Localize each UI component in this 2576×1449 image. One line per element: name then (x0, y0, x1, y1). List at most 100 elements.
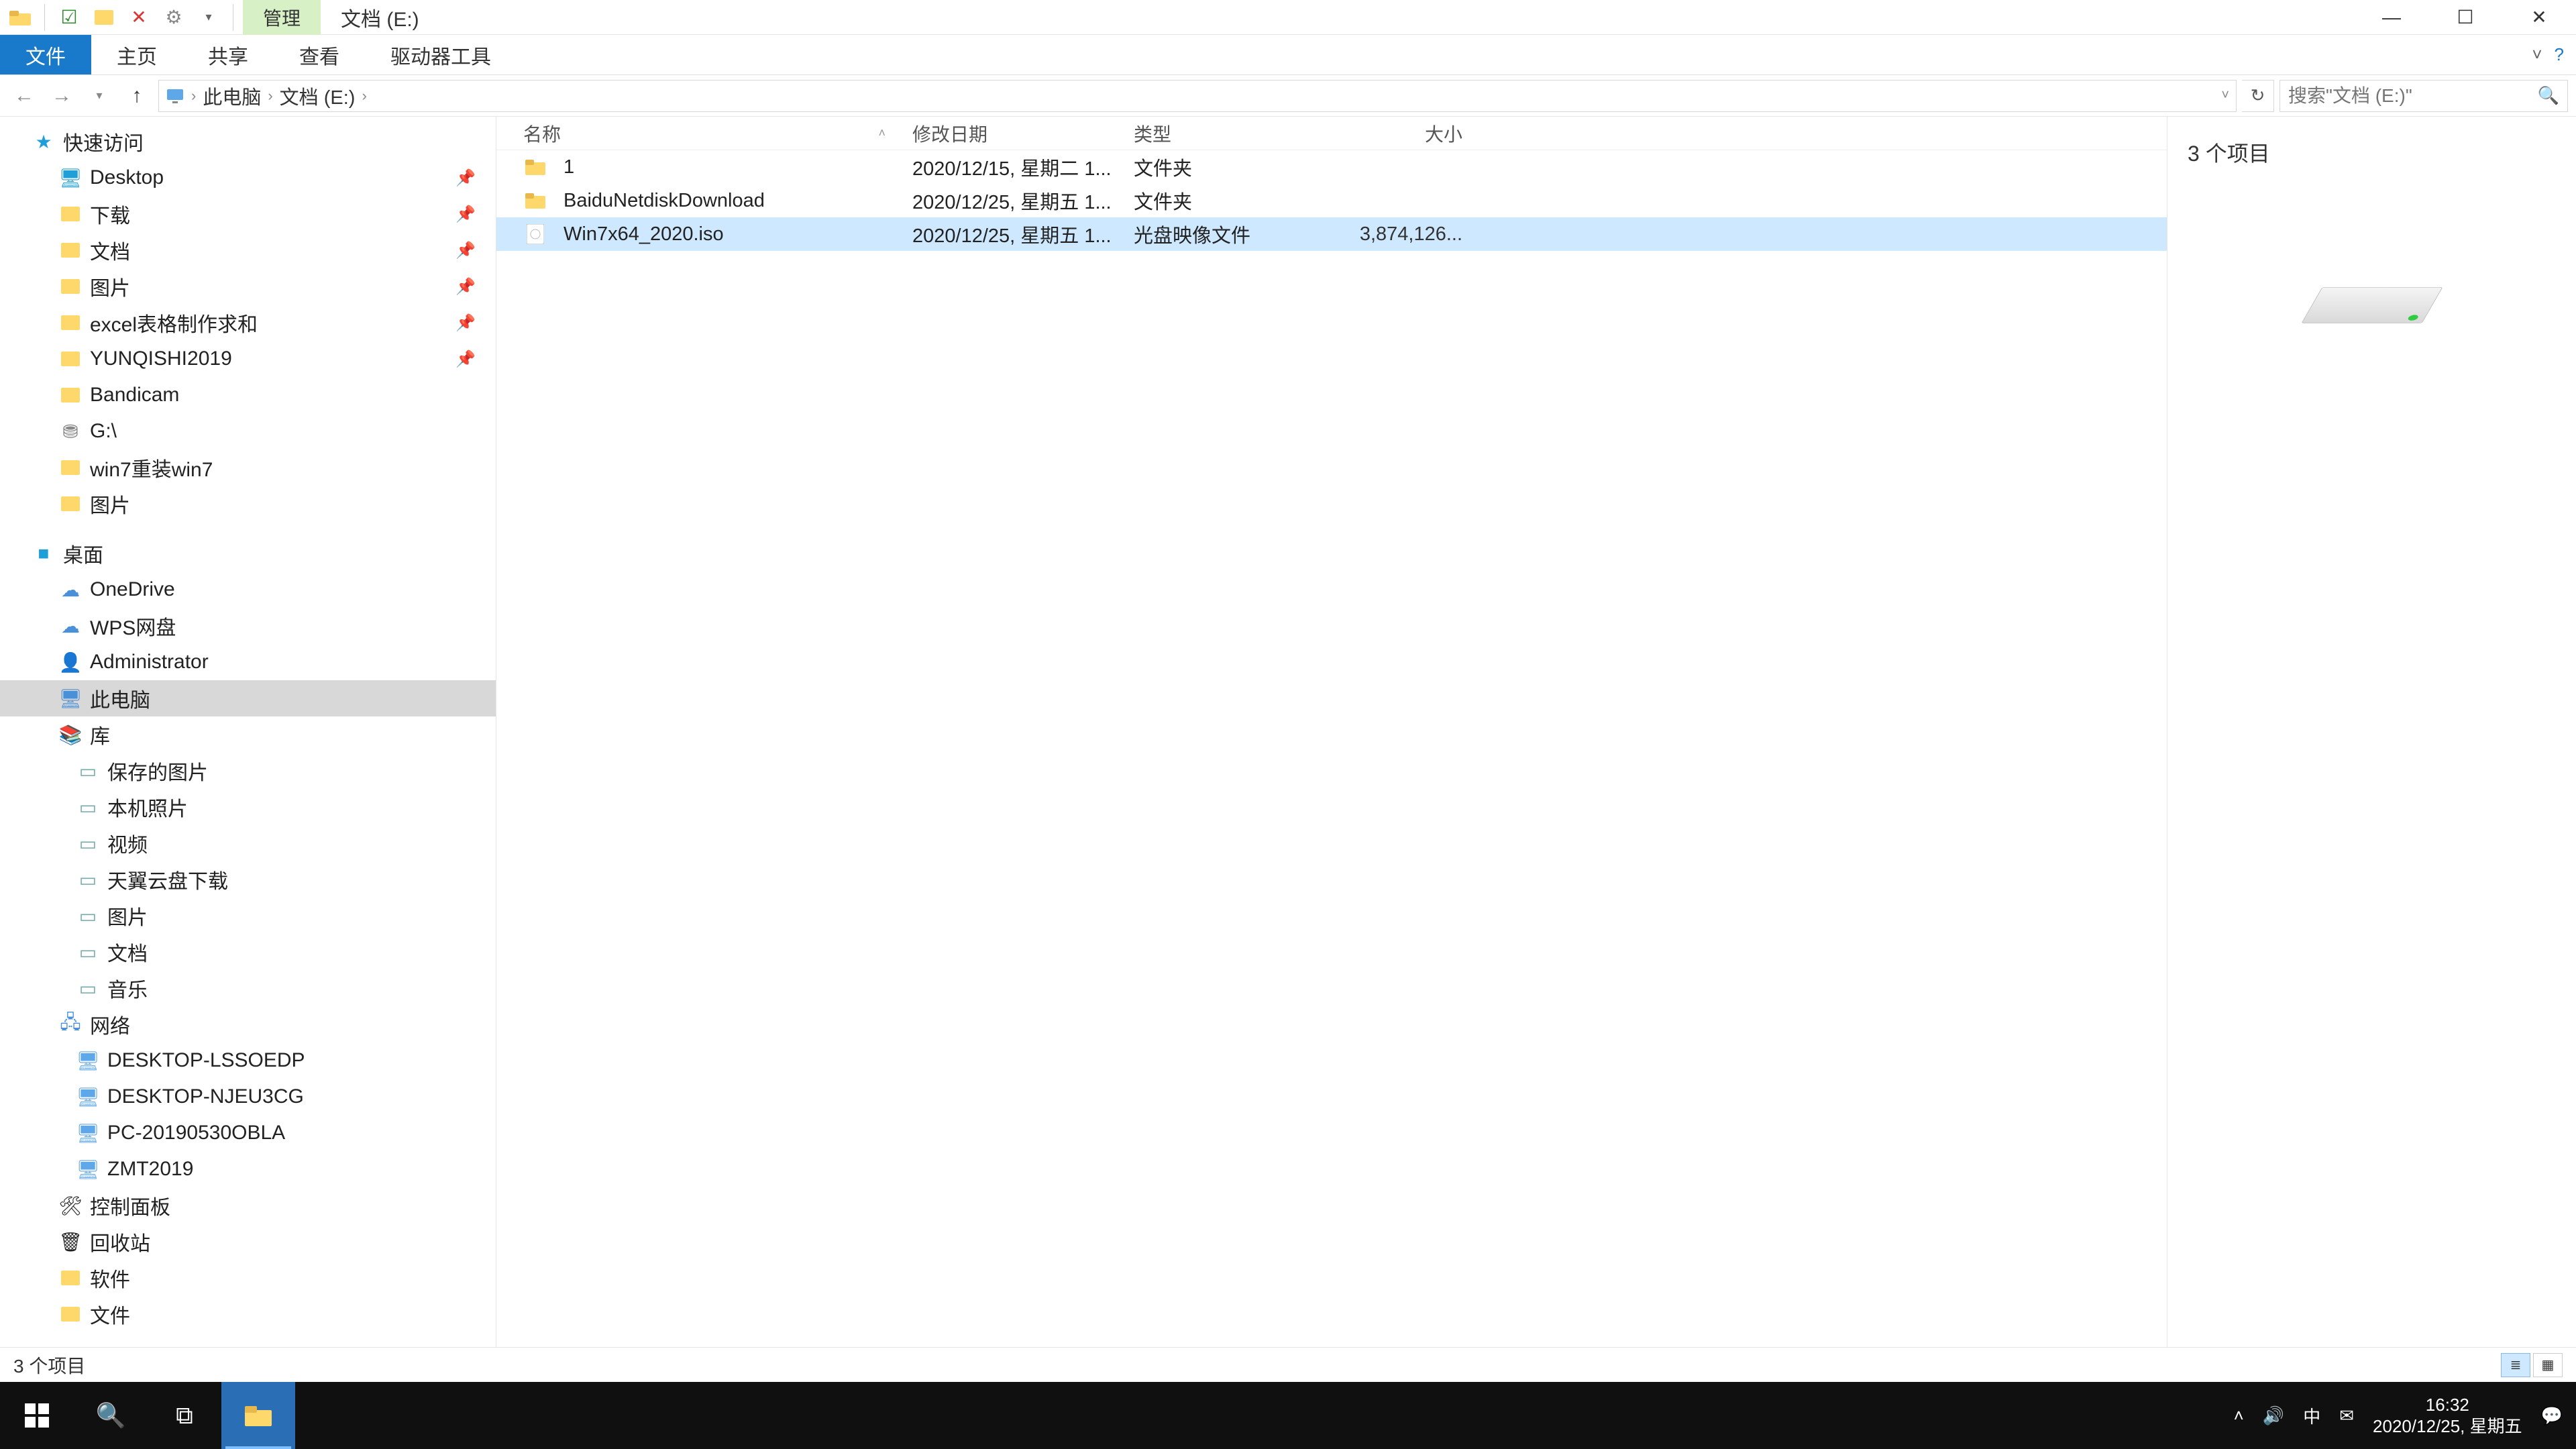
tree-label: 文档 (90, 235, 130, 265)
tree-library-item[interactable]: ▭视频 (0, 825, 496, 861)
tree-library-item[interactable]: ▭音乐 (0, 970, 496, 1006)
tree-quick-item[interactable]: win7重装win7 (0, 449, 496, 486)
tree-network-item[interactable]: 🖥ZMT2019 (0, 1151, 496, 1187)
column-header-size[interactable]: 大小 (1315, 120, 1483, 147)
minimize-button[interactable]: — (2355, 0, 2428, 35)
ime-indicator[interactable]: 中 (2303, 1403, 2320, 1428)
ribbon-expand-icon[interactable]: ˅ (2532, 44, 2542, 65)
action-center-icon[interactable]: 💬 (2541, 1405, 2563, 1426)
chevron-right-icon[interactable]: › (268, 87, 272, 105)
tree-desktop[interactable]: ■ 桌面 (0, 535, 496, 572)
clock-date: 2020/12/25, 星期五 (2373, 1415, 2522, 1438)
ribbon-tab-drive-tools[interactable]: 驱动器工具 (365, 35, 517, 74)
qat-close-icon[interactable]: ✕ (125, 4, 152, 31)
tree-software[interactable]: 软件 (0, 1260, 496, 1296)
tree-quick-item[interactable]: YUNQISHI2019📌 (0, 341, 496, 377)
tree-desktop-item[interactable]: 📚库 (0, 716, 496, 753)
tree-network-item[interactable]: 🖥DESKTOP-NJEU3CG (0, 1079, 496, 1115)
nav-recent-dropdown[interactable]: ▾ (83, 80, 115, 112)
breadcrumb-dropdown-icon[interactable]: ˅ (2221, 88, 2229, 103)
search-icon[interactable]: 🔍 (2538, 85, 2559, 106)
tree-network-item[interactable]: 🖥DESKTOP-LSSOEDP (0, 1042, 496, 1079)
tree-library-item[interactable]: ▭图片 (0, 898, 496, 934)
tree-docs[interactable]: 文件 (0, 1296, 496, 1332)
nav-back-button[interactable]: ← (8, 80, 40, 112)
tree-desktop-item[interactable]: 🖥此电脑 (0, 680, 496, 716)
search-box[interactable]: 🔍 (2279, 80, 2568, 112)
chevron-right-icon[interactable]: › (191, 87, 196, 105)
qat-settings-icon[interactable]: ⚙ (160, 4, 187, 31)
taskbar-clock[interactable]: 16:32 2020/12/25, 星期五 (2373, 1394, 2522, 1438)
search-input[interactable] (2288, 85, 2531, 107)
nav-up-button[interactable]: ↑ (121, 80, 153, 112)
control-panel-icon: 🛠 (59, 1194, 82, 1217)
breadcrumb-segment-drive[interactable]: 文档 (E:) (280, 82, 356, 110)
tree-quick-item[interactable]: Bandicam (0, 377, 496, 413)
file-date: 2020/12/15, 星期二 1... (912, 153, 1134, 181)
tree-control-panel[interactable]: 🛠 控制面板 (0, 1187, 496, 1224)
ribbon-tab-file[interactable]: 文件 (0, 35, 91, 74)
refresh-button[interactable]: ↻ (2242, 80, 2274, 112)
tree-quick-item[interactable]: 🖥Desktop📌 (0, 160, 496, 196)
help-icon[interactable]: ? (2555, 44, 2564, 65)
tree-quick-item[interactable]: 文档📌 (0, 232, 496, 268)
tree-library-item[interactable]: ▭文档 (0, 934, 496, 970)
view-details-button[interactable]: ≣ (2501, 1353, 2530, 1377)
ribbon-tab-home[interactable]: 主页 (91, 35, 182, 74)
nav-forward-button[interactable]: → (46, 80, 78, 112)
sort-indicator-icon: ˄ (878, 126, 885, 140)
chevron-right-icon[interactable]: › (362, 87, 366, 105)
ribbon-tab-view[interactable]: 查看 (274, 35, 365, 74)
file-row[interactable]: Win7x64_2020.iso2020/12/25, 星期五 1...光盘映像… (496, 217, 2167, 251)
folder-icon (59, 203, 82, 225)
start-button[interactable] (0, 1382, 74, 1449)
column-header-name[interactable]: 名称 ˄ (523, 120, 912, 147)
breadcrumb[interactable]: › 此电脑 › 文档 (E:) › ˅ (158, 80, 2237, 112)
file-name: Win7x64_2020.iso (564, 223, 724, 246)
taskbar-explorer-button[interactable] (221, 1382, 295, 1449)
view-icons-button[interactable]: ▦ (2533, 1353, 2563, 1377)
tree-desktop-item[interactable]: ☁OneDrive (0, 572, 496, 608)
tree-library-item[interactable]: ▭保存的图片 (0, 753, 496, 789)
tree-quick-item[interactable]: 下载📌 (0, 196, 496, 232)
tree-quick-item[interactable]: excel表格制作求和📌 (0, 305, 496, 341)
ribbon-tab-share[interactable]: 共享 (182, 35, 274, 74)
breadcrumb-segment-root[interactable]: 此电脑 (203, 82, 261, 110)
tree-desktop-item[interactable]: ☁WPS网盘 (0, 608, 496, 644)
tree-label: G:\ (90, 420, 117, 443)
column-header-type[interactable]: 类型 (1134, 120, 1315, 147)
qat-dropdown-icon[interactable]: ▾ (195, 4, 222, 31)
maximize-button[interactable]: ☐ (2428, 0, 2502, 35)
qat-checkbox-icon[interactable]: ☑ (56, 4, 83, 31)
tree-quick-access[interactable]: ★ 快速访问 (0, 123, 496, 160)
star-icon: ★ (32, 130, 55, 153)
tree-network[interactable]: 🖧 网络 (0, 1006, 496, 1042)
tree-label: 回收站 (90, 1227, 150, 1256)
task-view-button[interactable]: ⧉ (148, 1382, 221, 1449)
pin-icon: 📌 (455, 313, 476, 333)
volume-icon[interactable]: 🔊 (2263, 1405, 2284, 1426)
tree-library-item[interactable]: ▭本机照片 (0, 789, 496, 825)
tree-desktop-item[interactable]: 👤Administrator (0, 644, 496, 680)
tray-app-icon[interactable]: ✉ (2339, 1405, 2354, 1426)
item-icon: ☁ (59, 614, 82, 637)
file-row[interactable]: 12020/12/15, 星期二 1...文件夹 (496, 150, 2167, 184)
tray-overflow-icon[interactable]: ˄ (2234, 1405, 2244, 1426)
taskbar-search-button[interactable]: 🔍 (74, 1382, 148, 1449)
system-tray: ˄ 🔊 中 ✉ 16:32 2020/12/25, 星期五 💬 (2234, 1394, 2576, 1438)
tree-label: Administrator (90, 651, 209, 674)
file-row[interactable]: BaiduNetdiskDownload2020/12/25, 星期五 1...… (496, 184, 2167, 217)
tree-label: 文档 (107, 937, 148, 967)
tree-quick-item[interactable]: ⛃G:\ (0, 413, 496, 449)
file-type: 文件夹 (1134, 186, 1315, 215)
qat-folder-icon[interactable] (91, 4, 117, 31)
tree-quick-item[interactable]: 图片📌 (0, 268, 496, 305)
context-tab-manage[interactable]: 管理 (243, 0, 321, 35)
column-header-date[interactable]: 修改日期 (912, 120, 1134, 147)
address-bar: ← → ▾ ↑ › 此电脑 › 文档 (E:) › ˅ ↻ 🔍 (0, 75, 2576, 117)
tree-recycle-bin[interactable]: 🗑 回收站 (0, 1224, 496, 1260)
tree-quick-item[interactable]: 图片 (0, 486, 496, 522)
close-button[interactable]: ✕ (2502, 0, 2576, 35)
tree-network-item[interactable]: 🖥PC-20190530OBLA (0, 1115, 496, 1151)
tree-library-item[interactable]: ▭天翼云盘下载 (0, 861, 496, 898)
